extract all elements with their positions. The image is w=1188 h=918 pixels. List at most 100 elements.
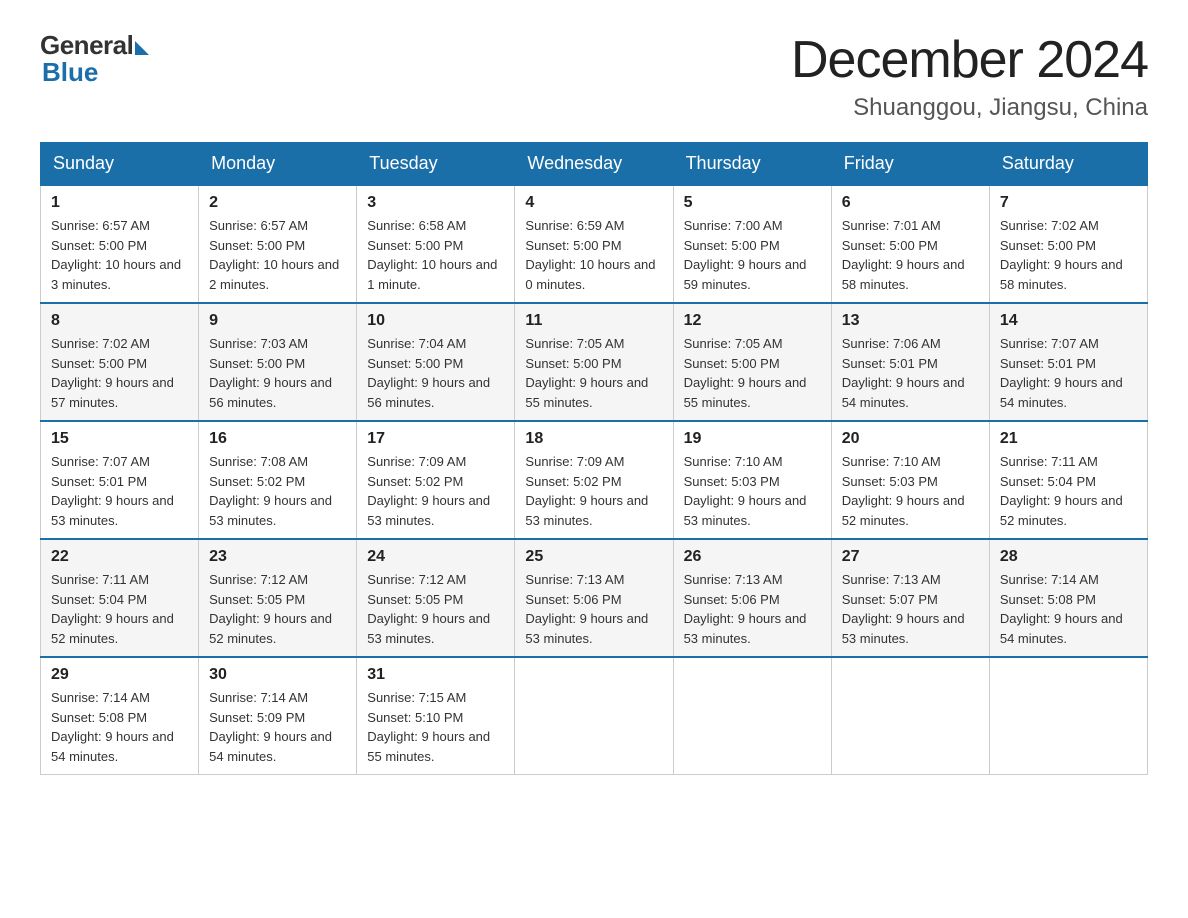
calendar-cell xyxy=(515,657,673,775)
day-number: 11 xyxy=(525,312,662,330)
calendar-cell: 6 Sunrise: 7:01 AMSunset: 5:00 PMDaylight… xyxy=(831,185,989,303)
day-number: 25 xyxy=(525,548,662,566)
day-number: 18 xyxy=(525,430,662,448)
day-info: Sunrise: 7:07 AMSunset: 5:01 PMDaylight:… xyxy=(1000,334,1137,412)
subtitle: Shuanggou, Jiangsu, China xyxy=(791,94,1148,122)
calendar-cell: 9 Sunrise: 7:03 AMSunset: 5:00 PMDaylight… xyxy=(199,303,357,421)
day-number: 9 xyxy=(209,312,346,330)
day-info: Sunrise: 7:14 AMSunset: 5:08 PMDaylight:… xyxy=(1000,570,1137,648)
day-info: Sunrise: 6:57 AMSunset: 5:00 PMDaylight:… xyxy=(209,216,346,294)
day-number: 14 xyxy=(1000,312,1137,330)
calendar-cell: 19 Sunrise: 7:10 AMSunset: 5:03 PMDayligh… xyxy=(673,421,831,539)
day-number: 16 xyxy=(209,430,346,448)
day-info: Sunrise: 7:09 AMSunset: 5:02 PMDaylight:… xyxy=(367,452,504,530)
day-info: Sunrise: 7:13 AMSunset: 5:07 PMDaylight:… xyxy=(842,570,979,648)
day-number: 26 xyxy=(684,548,821,566)
calendar-week-row: 8Sunrise: 7:02 AMSunset: 5:00 PMDaylight… xyxy=(41,303,1148,421)
day-info: Sunrise: 7:03 AMSunset: 5:00 PMDaylight:… xyxy=(209,334,346,412)
calendar-header-row: SundayMondayTuesdayWednesdayThursdayFrid… xyxy=(41,143,1148,186)
day-number: 7 xyxy=(1000,194,1137,212)
day-number: 12 xyxy=(684,312,821,330)
header-thursday: Thursday xyxy=(673,143,831,186)
day-info: Sunrise: 7:01 AMSunset: 5:00 PMDaylight:… xyxy=(842,216,979,294)
calendar-cell: 27 Sunrise: 7:13 AMSunset: 5:07 PMDayligh… xyxy=(831,539,989,657)
calendar-cell: 10 Sunrise: 7:04 AMSunset: 5:00 PMDayligh… xyxy=(357,303,515,421)
calendar-cell: 13Sunrise: 7:06 AMSunset: 5:01 PMDayligh… xyxy=(831,303,989,421)
day-info: Sunrise: 7:05 AMSunset: 5:00 PMDaylight:… xyxy=(684,334,821,412)
day-number: 22 xyxy=(51,548,188,566)
logo-arrow-icon xyxy=(135,41,149,55)
day-info: Sunrise: 7:09 AMSunset: 5:02 PMDaylight:… xyxy=(525,452,662,530)
day-info: Sunrise: 7:10 AMSunset: 5:03 PMDaylight:… xyxy=(684,452,821,530)
header-wednesday: Wednesday xyxy=(515,143,673,186)
calendar-week-row: 29 Sunrise: 7:14 AMSunset: 5:08 PMDayligh… xyxy=(41,657,1148,775)
day-info: Sunrise: 6:57 AMSunset: 5:00 PMDaylight:… xyxy=(51,216,188,294)
calendar-cell: 21 Sunrise: 7:11 AMSunset: 5:04 PMDayligh… xyxy=(989,421,1147,539)
day-number: 8 xyxy=(51,312,188,330)
header-friday: Friday xyxy=(831,143,989,186)
title-block: December 2024 Shuanggou, Jiangsu, China xyxy=(791,30,1148,122)
day-number: 3 xyxy=(367,194,504,212)
calendar-week-row: 1Sunrise: 6:57 AMSunset: 5:00 PMDaylight… xyxy=(41,185,1148,303)
calendar-cell: 5Sunrise: 7:00 AMSunset: 5:00 PMDaylight… xyxy=(673,185,831,303)
day-info: Sunrise: 7:14 AMSunset: 5:09 PMDaylight:… xyxy=(209,688,346,766)
day-info: Sunrise: 7:13 AMSunset: 5:06 PMDaylight:… xyxy=(684,570,821,648)
calendar-cell: 18 Sunrise: 7:09 AMSunset: 5:02 PMDayligh… xyxy=(515,421,673,539)
day-info: Sunrise: 7:14 AMSunset: 5:08 PMDaylight:… xyxy=(51,688,188,766)
logo: General Blue xyxy=(40,30,149,88)
calendar-cell xyxy=(673,657,831,775)
day-info: Sunrise: 7:08 AMSunset: 5:02 PMDaylight:… xyxy=(209,452,346,530)
day-number: 15 xyxy=(51,430,188,448)
day-number: 29 xyxy=(51,666,188,684)
day-info: Sunrise: 7:02 AMSunset: 5:00 PMDaylight:… xyxy=(1000,216,1137,294)
calendar-week-row: 22 Sunrise: 7:11 AMSunset: 5:04 PMDayligh… xyxy=(41,539,1148,657)
calendar-cell: 7 Sunrise: 7:02 AMSunset: 5:00 PMDaylight… xyxy=(989,185,1147,303)
calendar-cell: 29 Sunrise: 7:14 AMSunset: 5:08 PMDayligh… xyxy=(41,657,199,775)
calendar-cell: 1Sunrise: 6:57 AMSunset: 5:00 PMDaylight… xyxy=(41,185,199,303)
calendar-cell: 8Sunrise: 7:02 AMSunset: 5:00 PMDaylight… xyxy=(41,303,199,421)
day-number: 4 xyxy=(525,194,662,212)
calendar-cell: 16 Sunrise: 7:08 AMSunset: 5:02 PMDayligh… xyxy=(199,421,357,539)
day-info: Sunrise: 7:07 AMSunset: 5:01 PMDaylight:… xyxy=(51,452,188,530)
day-info: Sunrise: 7:00 AMSunset: 5:00 PMDaylight:… xyxy=(684,216,821,294)
header-monday: Monday xyxy=(199,143,357,186)
day-info: Sunrise: 7:15 AMSunset: 5:10 PMDaylight:… xyxy=(367,688,504,766)
calendar-cell: 17Sunrise: 7:09 AMSunset: 5:02 PMDayligh… xyxy=(357,421,515,539)
calendar-cell: 22 Sunrise: 7:11 AMSunset: 5:04 PMDayligh… xyxy=(41,539,199,657)
day-info: Sunrise: 7:12 AMSunset: 5:05 PMDaylight:… xyxy=(209,570,346,648)
day-info: Sunrise: 7:05 AMSunset: 5:00 PMDaylight:… xyxy=(525,334,662,412)
day-number: 2 xyxy=(209,194,346,212)
calendar-cell: 23 Sunrise: 7:12 AMSunset: 5:05 PMDayligh… xyxy=(199,539,357,657)
day-number: 6 xyxy=(842,194,979,212)
day-info: Sunrise: 7:11 AMSunset: 5:04 PMDaylight:… xyxy=(1000,452,1137,530)
calendar-cell: 14 Sunrise: 7:07 AMSunset: 5:01 PMDayligh… xyxy=(989,303,1147,421)
calendar-cell: 24 Sunrise: 7:12 AMSunset: 5:05 PMDayligh… xyxy=(357,539,515,657)
page-header: General Blue December 2024 Shuanggou, Ji… xyxy=(40,30,1148,122)
calendar-cell: 20 Sunrise: 7:10 AMSunset: 5:03 PMDayligh… xyxy=(831,421,989,539)
day-info: Sunrise: 7:10 AMSunset: 5:03 PMDaylight:… xyxy=(842,452,979,530)
calendar-cell: 26 Sunrise: 7:13 AMSunset: 5:06 PMDayligh… xyxy=(673,539,831,657)
logo-blue-text: Blue xyxy=(42,57,98,88)
day-info: Sunrise: 7:11 AMSunset: 5:04 PMDaylight:… xyxy=(51,570,188,648)
calendar-cell: 15 Sunrise: 7:07 AMSunset: 5:01 PMDayligh… xyxy=(41,421,199,539)
calendar-cell xyxy=(989,657,1147,775)
header-saturday: Saturday xyxy=(989,143,1147,186)
day-number: 19 xyxy=(684,430,821,448)
header-tuesday: Tuesday xyxy=(357,143,515,186)
day-number: 23 xyxy=(209,548,346,566)
day-number: 31 xyxy=(367,666,504,684)
calendar-cell: 11 Sunrise: 7:05 AMSunset: 5:00 PMDayligh… xyxy=(515,303,673,421)
day-number: 24 xyxy=(367,548,504,566)
day-info: Sunrise: 7:04 AMSunset: 5:00 PMDaylight:… xyxy=(367,334,504,412)
calendar-cell: 3Sunrise: 6:58 AMSunset: 5:00 PMDaylight… xyxy=(357,185,515,303)
day-number: 21 xyxy=(1000,430,1137,448)
calendar-cell: 28Sunrise: 7:14 AMSunset: 5:08 PMDayligh… xyxy=(989,539,1147,657)
day-info: Sunrise: 7:06 AMSunset: 5:01 PMDaylight:… xyxy=(842,334,979,412)
calendar-cell: 2 Sunrise: 6:57 AMSunset: 5:00 PMDaylight… xyxy=(199,185,357,303)
day-number: 27 xyxy=(842,548,979,566)
day-number: 20 xyxy=(842,430,979,448)
calendar-cell: 30Sunrise: 7:14 AMSunset: 5:09 PMDayligh… xyxy=(199,657,357,775)
day-number: 10 xyxy=(367,312,504,330)
day-info: Sunrise: 7:12 AMSunset: 5:05 PMDaylight:… xyxy=(367,570,504,648)
calendar-cell: 12 Sunrise: 7:05 AMSunset: 5:00 PMDayligh… xyxy=(673,303,831,421)
